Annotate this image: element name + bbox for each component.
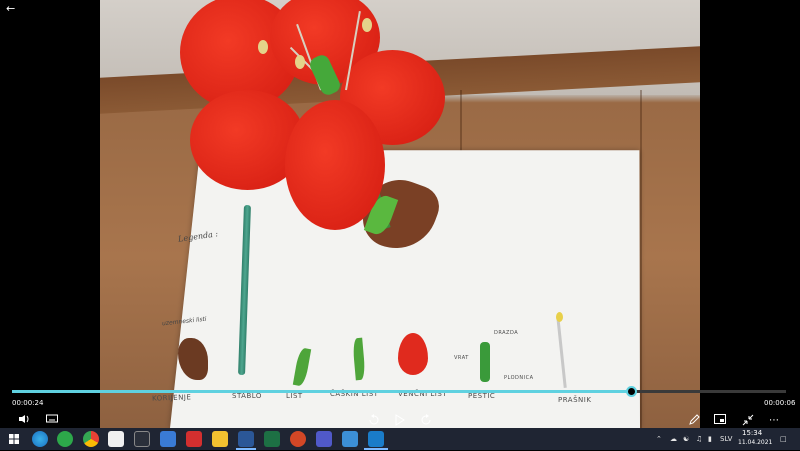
pencil-icon (689, 414, 700, 425)
petal-model (398, 333, 428, 375)
forward-30-icon (421, 414, 431, 425)
app-icon[interactable] (160, 431, 176, 447)
label-leaf: LIST (286, 392, 303, 400)
label-stamen: PRAŠNIK (558, 396, 592, 404)
arrow-left-icon: ← (6, 2, 16, 15)
more-icon: ⋯ (769, 415, 779, 426)
rewind-10-icon (369, 414, 379, 425)
clock-time[interactable]: 15:34 (742, 429, 762, 437)
edge-icon[interactable] (32, 431, 48, 447)
teams-icon[interactable] (316, 431, 332, 447)
network-icon[interactable]: ☯ (683, 432, 689, 446)
pistil-model (480, 342, 490, 382)
floor-plank-line (640, 90, 642, 428)
notification-icon[interactable]: □ (780, 432, 787, 446)
forward-30-button[interactable] (418, 414, 434, 428)
windows-start-button[interactable] (6, 431, 22, 447)
label-ovary: PLODNICA (504, 375, 534, 381)
more-button[interactable]: ⋯ (766, 414, 782, 428)
green-app-icon[interactable] (57, 431, 73, 447)
flower-anther (362, 18, 372, 32)
label-stigma: DRAZDA (494, 330, 519, 336)
label-style: VRAT (454, 355, 469, 361)
rewind-10-button[interactable] (366, 414, 382, 428)
word-icon[interactable] (238, 431, 254, 447)
chevron-up-icon[interactable]: ⌃ (656, 432, 662, 446)
subtitles-button[interactable] (44, 414, 60, 428)
mini-view-button[interactable] (712, 414, 728, 428)
play-icon (395, 414, 405, 426)
chrome-icon[interactable] (83, 431, 99, 447)
flower-petal (285, 100, 385, 230)
stamen-anther (556, 312, 563, 322)
excel-icon[interactable] (264, 431, 280, 447)
exit-fullscreen-button[interactable] (740, 414, 756, 428)
current-time: 00:00:24 (12, 399, 44, 407)
label-pistil: PESTIĆ (468, 392, 496, 400)
solitaire-icon[interactable] (134, 431, 150, 447)
video-frame[interactable]: Legenda : uzemneski listi KORIJENJE STAB… (100, 0, 700, 428)
speaker-icon[interactable]: ♫ (696, 432, 702, 446)
mini-view-icon (714, 414, 726, 424)
total-time: 00:00:06 (764, 399, 796, 407)
movies-tv-icon[interactable] (368, 431, 384, 447)
cloud-icon[interactable]: ☁ (670, 432, 677, 446)
label-root: KORIJENJE (151, 393, 192, 403)
powerpoint-icon[interactable] (290, 431, 306, 447)
exit-fullscreen-icon (742, 414, 754, 426)
clock-date[interactable]: 11.04.2021 (738, 439, 772, 446)
flower-anther (295, 55, 305, 69)
edit-button[interactable] (686, 414, 702, 428)
language-indicator[interactable]: SLV (720, 432, 732, 446)
play-button[interactable] (392, 414, 408, 428)
taskbar: ⌃ ☁ ☯ ♫ ▮ SLV 15:34 11.04.2021 □ (0, 428, 800, 450)
windows-icon (9, 434, 19, 444)
battery-icon[interactable]: ▮ (708, 432, 712, 446)
volume-button[interactable] (16, 414, 32, 428)
label-stem: STABLO (232, 392, 262, 400)
photos-icon[interactable] (342, 431, 358, 447)
subtitles-icon (46, 414, 58, 423)
player-window: Legenda : uzemneski listi KORIJENJE STAB… (0, 0, 800, 428)
seek-bar[interactable] (12, 386, 786, 397)
flower-anther (258, 40, 268, 54)
back-button[interactable]: ← (6, 2, 20, 16)
seek-bar-progress (12, 390, 632, 393)
acrobat-icon[interactable] (186, 431, 202, 447)
volume-icon (19, 415, 29, 423)
app-icon[interactable] (108, 431, 124, 447)
file-explorer-icon[interactable] (212, 431, 228, 447)
